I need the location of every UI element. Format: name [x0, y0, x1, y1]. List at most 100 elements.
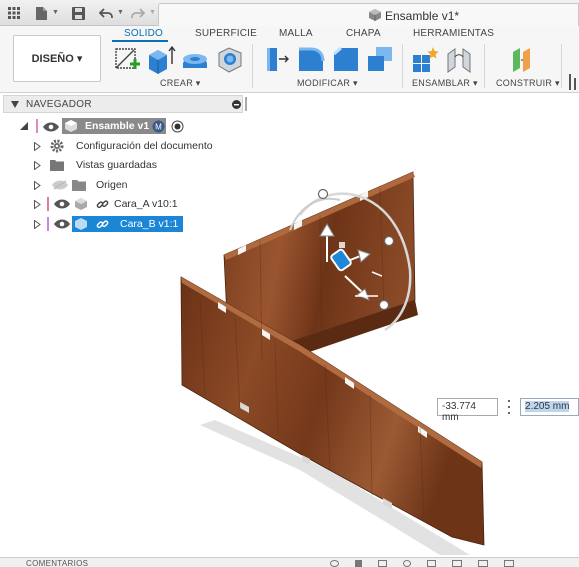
combine-button[interactable]	[365, 44, 395, 74]
pan-icon[interactable]	[355, 559, 362, 567]
color-marker	[36, 119, 38, 133]
offset-plane-button[interactable]	[508, 44, 538, 74]
tree-item-label: Origen	[96, 179, 128, 191]
grid-icon[interactable]	[6, 4, 22, 22]
visibility-eye-icon[interactable]	[54, 199, 70, 209]
expand-arrow-icon[interactable]	[34, 220, 41, 229]
component-icon	[75, 198, 87, 210]
document-title: Ensamble v1*	[385, 9, 460, 23]
motion-study-icon[interactable]: M	[152, 120, 165, 133]
grid-settings-icon[interactable]	[478, 559, 488, 567]
tab-solido[interactable]: SOLIDO	[124, 28, 163, 39]
group-label-construir[interactable]: CONSTRUIR ▾	[496, 78, 560, 89]
expand-arrow-icon[interactable]	[34, 161, 41, 170]
tree-item-label: Cara_B v1:1	[120, 218, 179, 230]
root-label: Ensamble v1	[85, 120, 150, 132]
folder-icon	[72, 180, 86, 191]
joint-button[interactable]	[444, 44, 474, 74]
distance-y-value: 2.205 mm	[525, 401, 570, 412]
tree-item-saved-views[interactable]: Vistas guardadas	[30, 157, 230, 174]
revolve-button[interactable]	[180, 44, 210, 74]
expand-arrow-icon[interactable]	[34, 142, 41, 151]
expand-arrow-icon[interactable]	[34, 181, 41, 190]
save-icon[interactable]	[70, 4, 86, 22]
workspace-switcher-button[interactable]: DISEÑO ▾	[13, 35, 101, 82]
active-tab-indicator	[112, 40, 168, 42]
extrude-button[interactable]	[146, 44, 176, 74]
press-pull-button[interactable]	[262, 44, 292, 74]
new-component-button[interactable]	[410, 44, 440, 74]
fillet-icon	[299, 47, 325, 71]
revolve-icon	[183, 54, 207, 68]
group-label-crear[interactable]: CREAR ▾	[160, 78, 201, 89]
document-tab[interactable]: Ensamble v1*	[158, 3, 579, 26]
folder-icon	[50, 160, 64, 171]
hole-icon	[218, 47, 242, 73]
look-at-icon[interactable]	[378, 559, 387, 567]
display-settings-icon[interactable]	[452, 559, 462, 567]
tree-item-cara-a[interactable]: Cara_A v10:1	[30, 196, 230, 213]
link-icon	[96, 200, 109, 209]
comments-panel-label[interactable]: COMENTARIOS	[26, 559, 88, 567]
redo-icon[interactable]	[130, 4, 146, 22]
component-icon	[75, 218, 87, 230]
new-component-icon	[413, 47, 439, 72]
tab-superficie[interactable]: SUPERFICIE	[195, 28, 257, 39]
toolbar-ribbon: DISEÑO ▾ SOLIDO SUPERFICIE MALLA CHAPA H…	[0, 26, 579, 93]
tree-item-label: Cara_A v10:1	[114, 198, 178, 210]
collapse-arrow-icon[interactable]	[11, 101, 19, 108]
extrude-icon	[149, 45, 176, 74]
chamfer-icon	[333, 46, 358, 71]
combine-icon	[368, 47, 392, 71]
title-bar: ▼ ▼ ▼ Ensamble v1*	[0, 0, 579, 26]
tree-item-document-settings[interactable]: Configuración del documento	[30, 138, 230, 155]
chamfer-button[interactable]	[331, 44, 361, 74]
assembly-icon	[369, 9, 381, 21]
minimize-icon[interactable]	[232, 100, 241, 109]
divider	[402, 44, 403, 88]
undo-icon[interactable]	[98, 4, 114, 22]
construction-plane-icon	[513, 48, 530, 72]
expand-arrow-icon[interactable]	[34, 200, 41, 209]
fillet-button[interactable]	[296, 44, 326, 74]
divider	[561, 44, 562, 88]
rotation-handle[interactable]	[317, 188, 329, 200]
link-icon	[96, 220, 109, 229]
input-separator-icon	[508, 400, 511, 414]
tab-chapa[interactable]: CHAPA	[346, 28, 381, 39]
sketch-icon	[115, 48, 140, 69]
joint-icon	[447, 48, 471, 73]
activate-radio-icon[interactable]	[171, 120, 184, 133]
tree-item-cara-b[interactable]: Cara_B v1:1	[30, 216, 230, 233]
gear-icon	[50, 139, 64, 153]
rotation-handle[interactable]	[378, 299, 390, 311]
tab-malla[interactable]: MALLA	[279, 28, 313, 39]
color-marker	[47, 197, 49, 211]
rotation-handle[interactable]	[383, 235, 395, 247]
distance-y-input[interactable]: 2.205 mm	[520, 398, 579, 416]
group-label-modificar[interactable]: MODIFICAR ▾	[297, 78, 358, 89]
file-icon[interactable]	[34, 4, 48, 22]
inspect-icon[interactable]	[567, 72, 579, 92]
orbit-icon[interactable]	[330, 559, 339, 567]
tree-item-label: Configuración del documento	[76, 140, 213, 152]
group-label-ensamblar[interactable]: ENSAMBLAR ▾	[412, 78, 478, 89]
tree-root-row[interactable]: Ensamble v1 M	[18, 118, 198, 135]
visibility-eye-icon[interactable]	[54, 219, 70, 229]
hole-button[interactable]	[215, 44, 245, 74]
panel-resize-handle[interactable]	[245, 97, 247, 111]
new-sketch-button[interactable]	[112, 44, 142, 74]
hidden-eye-icon[interactable]	[52, 180, 68, 190]
navigator-title: NAVEGADOR	[26, 99, 92, 110]
fit-icon[interactable]	[427, 559, 436, 567]
distance-x-input[interactable]: -33.774 mm	[437, 398, 498, 423]
navigator-header[interactable]: NAVEGADOR	[3, 95, 243, 113]
press-pull-icon	[267, 48, 289, 71]
visibility-eye-icon[interactable]	[43, 122, 59, 132]
tab-herramientas[interactable]: HERRAMIENTAS	[413, 28, 494, 39]
divider	[484, 44, 485, 88]
tree-item-origin[interactable]: Origen	[30, 177, 230, 194]
viewports-icon[interactable]	[504, 559, 514, 567]
expand-arrow-icon[interactable]	[20, 122, 28, 130]
zoom-icon[interactable]	[403, 559, 411, 567]
